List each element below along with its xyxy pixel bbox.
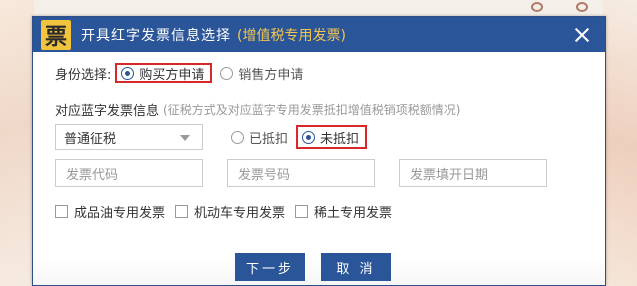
radio-checked-icon [121,66,135,80]
background-left [0,0,34,286]
close-icon[interactable] [573,26,591,44]
invoice-logo-icon: 票 [41,19,71,50]
swirl-decoration-icon [576,2,588,12]
radio-buyer-label: 购买方申请 [139,67,205,83]
blue-invoice-label: 对应蓝字发票信息 [55,104,160,119]
invoice-fields-row: 发票代码 发票号码 发票填开日期 [55,159,547,187]
radio-checked-icon [302,130,316,144]
next-button[interactable]: 下一步 [235,253,305,281]
radio-unchecked-icon [231,130,244,144]
red-invoice-dialog: 票 开具红字发票信息选择 (增值税专用发票) 身份选择: 购买方申请 销售方申请… [32,16,606,286]
radio-unchecked-icon [220,66,234,80]
identity-label: 身份选择: [55,67,112,83]
identity-row: 身份选择: 购买方申请 销售方申请 [55,63,303,83]
checkbox-vehicle-invoice[interactable]: 机动车专用发票 [175,202,285,221]
checkbox-icon [175,205,189,218]
radio-seller-label: 销售方申请 [238,67,304,83]
chevron-down-icon [180,135,190,141]
radio-buyer-apply[interactable]: 购买方申请 [115,63,213,83]
tax-method-select[interactable]: 普通征税 [55,124,203,150]
checkbox-icon [55,205,68,218]
checkbox-oil-invoice[interactable]: 成品油专用发票 [55,202,165,221]
radio-seller-apply[interactable]: 销售方申请 [220,63,303,83]
tax-method-row: 普通征税 已抵扣 未抵扣 [55,124,368,150]
dialog-title: 开具红字发票信息选择 [81,27,231,44]
checkbox-rare-earth-invoice[interactable]: 稀土专用发票 [295,202,392,221]
blue-invoice-header: 对应蓝字发票信息 (征税方式及对应蓝字专用发票抵扣增值税销项税额情况) [55,100,460,119]
invoice-date-input[interactable]: 发票填开日期 [399,159,547,187]
dialog-titlebar: 票 开具红字发票信息选择 (增值税专用发票) [33,17,605,52]
radio-deducted-label: 已抵扣 [249,131,289,147]
checkbox-icon [295,205,309,218]
radio-not-deducted[interactable]: 未抵扣 [296,125,368,149]
invoice-code-input[interactable]: 发票代码 [55,159,203,187]
blue-invoice-hint: (征税方式及对应蓝字专用发票抵扣增值税销项税额情况) [163,103,461,117]
dialog-buttons: 下一步 取 消 [235,253,391,281]
cancel-button[interactable]: 取 消 [321,253,391,281]
swirl-decoration-icon [531,2,543,12]
checkbox-rare-earth-label: 稀土专用发票 [314,206,393,221]
checkbox-oil-label: 成品油专用发票 [74,206,166,221]
invoice-number-input[interactable]: 发票号码 [227,159,375,187]
tax-method-value: 普通征税 [64,131,117,147]
background-right [603,0,637,286]
checkbox-vehicle-label: 机动车专用发票 [194,206,286,221]
radio-not-deducted-label: 未抵扣 [320,131,360,147]
special-invoice-checkboxes: 成品油专用发票 机动车专用发票 稀土专用发票 [55,202,402,221]
dialog-title-sub: (增值税专用发票) [237,27,346,44]
radio-deducted[interactable]: 已抵扣 [231,127,288,147]
